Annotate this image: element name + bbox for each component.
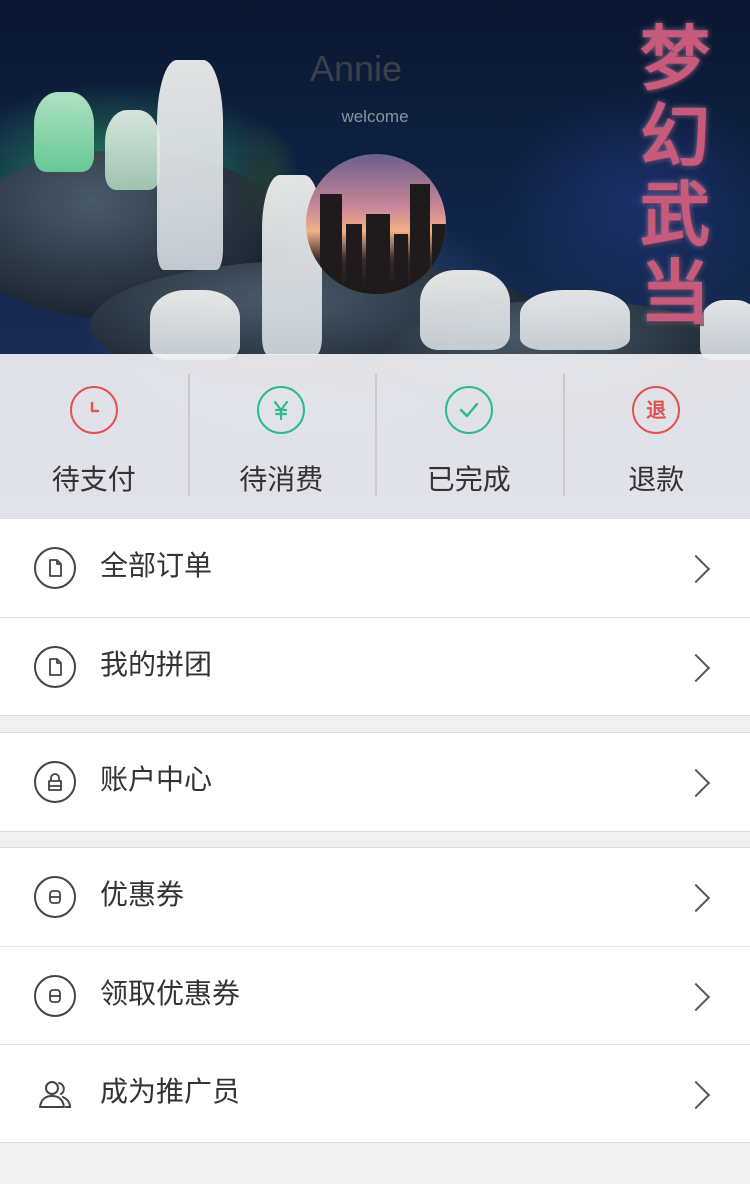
menu-item-all-orders[interactable]: 全部订单 — [0, 519, 750, 617]
coupon-icon — [34, 876, 76, 918]
status-label: 已完成 — [426, 463, 511, 496]
status-label: 待支付 — [51, 463, 136, 496]
avatar-building — [394, 234, 408, 294]
avatar[interactable] — [306, 154, 446, 294]
menu-item-claim-coupons[interactable]: 领取优惠券 — [0, 946, 750, 1044]
menu-item-label: 我的拼团 — [100, 647, 213, 681]
menu-item-coupons[interactable]: 优惠券 — [0, 848, 750, 946]
chevron-right-icon — [680, 1045, 720, 1143]
username: Annie — [309, 48, 403, 89]
chevron-shape — [681, 982, 711, 1012]
chevron-right-icon — [680, 848, 720, 946]
menu-item-label: 优惠券 — [100, 878, 185, 911]
avatar-building — [410, 184, 430, 294]
banner-title-char: 幻 — [640, 95, 710, 178]
banner-performer — [34, 92, 94, 172]
document-icon — [34, 645, 76, 688]
chevron-shape — [681, 768, 711, 798]
chevron-shape — [681, 883, 711, 913]
menu-group-account: 账户中心 — [0, 732, 750, 832]
refund-icon-text: 退 — [646, 398, 667, 422]
banner-performer — [150, 290, 240, 360]
banner-title-char: 当 — [640, 251, 710, 334]
check-icon — [444, 386, 493, 434]
avatar-building — [320, 194, 342, 294]
chevron-right-icon — [680, 733, 720, 831]
chevron-shape — [681, 1080, 711, 1110]
menu-group-promotions: 优惠券 领取优惠券 成为推广员 — [0, 847, 750, 1143]
clock-icon — [69, 386, 118, 434]
avatar-building — [366, 214, 390, 294]
chevron-right-icon — [680, 618, 720, 716]
yen-icon — [257, 386, 306, 434]
chevron-right-icon — [680, 947, 720, 1045]
chevron-right-icon — [680, 519, 720, 617]
status-refund[interactable]: 退 退款 — [562, 354, 750, 518]
status-label: 待消费 — [239, 463, 324, 496]
menu-item-label: 账户中心 — [100, 763, 213, 796]
status-pending-payment[interactable]: 待支付 — [0, 354, 188, 518]
status-completed[interactable]: 已完成 — [375, 354, 563, 518]
menu-item-become-promoter[interactable]: 成为推广员 — [0, 1044, 750, 1142]
avatar-building — [432, 224, 446, 294]
users-icon — [34, 1073, 76, 1115]
my-account-page: Annie welcome 梦 幻 武 当 待支付 待消费 已完成 退 退款 全… — [0, 0, 750, 1184]
menu-item-label: 领取优惠券 — [100, 976, 241, 1010]
document-icon — [34, 547, 76, 589]
menu-group-orders: 全部订单 我的拼团 — [0, 518, 750, 716]
welcome-text: welcome — [341, 107, 409, 126]
menu-item-label: 全部订单 — [100, 549, 213, 582]
banner-performer — [157, 60, 223, 270]
status-pending-use[interactable]: 待消费 — [187, 354, 376, 518]
menu-item-label: 成为推广员 — [100, 1074, 241, 1108]
banner-title: 梦 幻 武 当 — [620, 20, 730, 332]
banner-title-char: 武 — [640, 173, 710, 256]
coupon-icon — [34, 974, 76, 1017]
refund-icon: 退 — [632, 386, 681, 434]
chevron-shape — [681, 653, 711, 683]
lock-icon — [34, 761, 76, 803]
banner-title-char: 梦 — [640, 17, 710, 100]
order-status-bar: 待支付 待消费 已完成 退 退款 — [0, 354, 750, 518]
banner-performer — [520, 290, 630, 350]
chevron-shape — [681, 554, 711, 584]
avatar-building — [346, 224, 362, 294]
menu-item-account-center[interactable]: 账户中心 — [0, 733, 750, 831]
menu-item-my-group-buys[interactable]: 我的拼团 — [0, 617, 750, 715]
status-label: 退款 — [628, 463, 685, 496]
banner-performer — [105, 110, 160, 190]
